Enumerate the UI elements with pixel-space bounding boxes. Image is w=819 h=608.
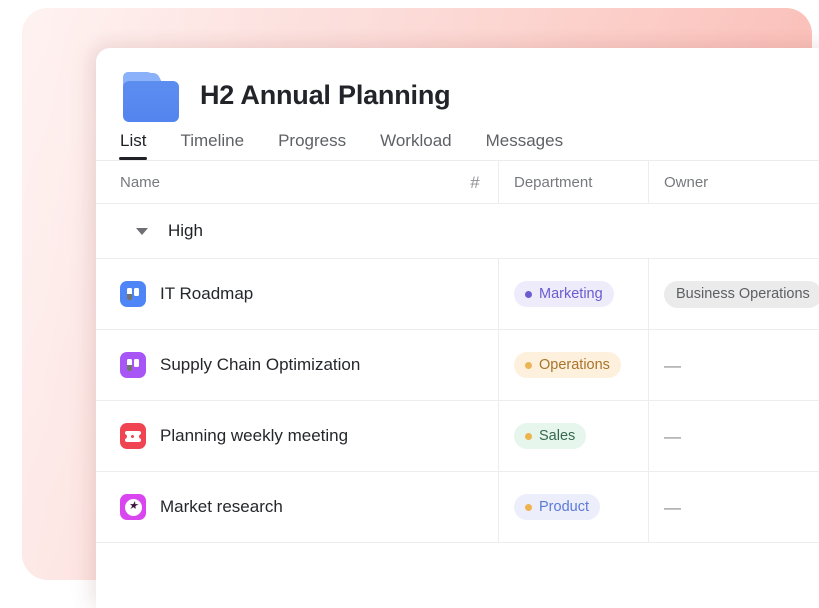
- page-title: H2 Annual Planning: [200, 79, 451, 110]
- task-table: Name # Department Owner High IT Roadmap …: [96, 160, 819, 543]
- badge-label: Marketing: [539, 286, 603, 302]
- badge-label: Sales: [539, 428, 576, 444]
- owner-empty: —: [664, 355, 681, 375]
- owner-empty: —: [664, 426, 681, 446]
- cell-department[interactable]: Operations: [498, 330, 648, 400]
- table-header-row: Name # Department Owner: [96, 161, 819, 204]
- project-card: H2 Annual Planning List Timeline Progres…: [96, 48, 819, 608]
- ticket-icon: [120, 423, 146, 449]
- card-header: H2 Annual Planning: [96, 48, 819, 122]
- group-row-high[interactable]: High: [96, 204, 819, 259]
- column-header-number[interactable]: #: [452, 161, 498, 203]
- task-name: Planning weekly meeting: [160, 426, 349, 445]
- cell-owner[interactable]: —: [648, 401, 819, 471]
- cell-name[interactable]: Supply Chain Optimization: [96, 330, 452, 400]
- cell-number: [452, 472, 498, 542]
- tab-messages[interactable]: Messages: [486, 131, 563, 160]
- tab-progress[interactable]: Progress: [278, 131, 346, 160]
- group-row-inner: High: [96, 221, 203, 241]
- owner-pill: Business Operations: [664, 280, 819, 308]
- tab-timeline[interactable]: Timeline: [180, 131, 244, 160]
- cell-department[interactable]: Sales: [498, 401, 648, 471]
- table-row[interactable]: Supply Chain Optimization Operations —: [96, 330, 819, 401]
- star-icon: ★: [120, 494, 146, 520]
- board-icon: [120, 281, 146, 307]
- table-row[interactable]: ★ Market research Product —: [96, 472, 819, 543]
- table-row[interactable]: Planning weekly meeting Sales —: [96, 401, 819, 472]
- task-name: Market research: [160, 497, 283, 516]
- column-header-owner[interactable]: Owner: [648, 161, 819, 203]
- cell-name[interactable]: Planning weekly meeting: [96, 401, 452, 471]
- badge-label: Product: [539, 499, 589, 515]
- cell-department[interactable]: Marketing: [498, 259, 648, 329]
- status-badge: Product: [514, 494, 600, 520]
- hash-icon: #: [470, 172, 480, 192]
- status-badge: Sales: [514, 423, 587, 449]
- group-label: High: [168, 221, 203, 240]
- folder-icon-body: [123, 81, 179, 122]
- table-row[interactable]: IT Roadmap Marketing Business Operations: [96, 259, 819, 330]
- tab-workload[interactable]: Workload: [380, 131, 452, 160]
- board-icon: [120, 352, 146, 378]
- chevron-down-icon[interactable]: [136, 227, 148, 235]
- tab-list[interactable]: List: [118, 131, 148, 160]
- task-name: Supply Chain Optimization: [160, 355, 361, 374]
- cell-department[interactable]: Product: [498, 472, 648, 542]
- cell-name[interactable]: ★ Market research: [96, 472, 452, 542]
- cell-number: [452, 401, 498, 471]
- cell-owner[interactable]: —: [648, 330, 819, 400]
- cell-number: [452, 259, 498, 329]
- status-badge: Marketing: [514, 281, 614, 307]
- column-header-department[interactable]: Department: [498, 161, 648, 203]
- cell-owner[interactable]: Business Operations: [648, 259, 819, 329]
- badge-label: Operations: [539, 357, 610, 373]
- screenshot-stage: H2 Annual Planning List Timeline Progres…: [0, 0, 819, 608]
- cell-name[interactable]: IT Roadmap: [96, 259, 452, 329]
- tab-bar: List Timeline Progress Workload Messages: [96, 118, 819, 160]
- column-header-name[interactable]: Name: [96, 161, 452, 203]
- task-name: IT Roadmap: [160, 284, 254, 303]
- owner-empty: —: [664, 497, 681, 517]
- folder-icon: [120, 68, 182, 122]
- status-badge: Operations: [514, 352, 621, 378]
- cell-number: [452, 330, 498, 400]
- cell-owner[interactable]: —: [648, 472, 819, 542]
